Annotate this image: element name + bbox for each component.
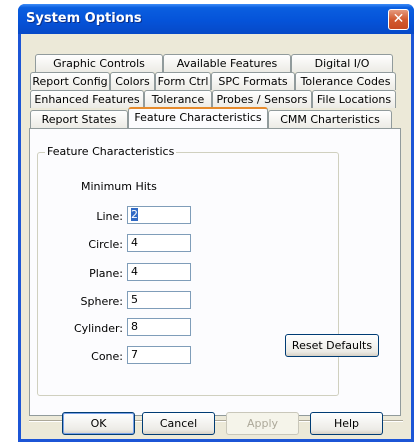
circle-hits-input[interactable]: 4 — [127, 234, 191, 252]
button-label: Reset Defaults — [291, 339, 373, 352]
tab-report-states[interactable]: Report States — [30, 110, 128, 128]
tab-label: Tolerance Codes — [300, 75, 391, 88]
tab-cmm-charteristics[interactable]: CMM Charteristics — [268, 110, 392, 128]
tab-label: File Locations — [316, 93, 392, 106]
minimum-hits-heading: Minimum Hits — [81, 180, 157, 193]
tab-label: Colors — [115, 75, 150, 88]
tab-label: Enhanced Features — [34, 93, 140, 106]
tab-label: Available Features — [176, 57, 278, 70]
field-value: 4 — [131, 236, 138, 249]
tab-label: Digital I/O — [314, 57, 370, 70]
tab-label: Probes / Sensors — [216, 93, 308, 106]
system-options-dialog: System Options ✕ Graphic Controls Availa… — [18, 4, 414, 442]
cancel-button[interactable]: Cancel — [142, 412, 215, 435]
dialog-title: System Options — [26, 11, 142, 26]
sphere-label: Sphere: — [80, 295, 123, 308]
group-title: Feature Characteristics — [45, 145, 177, 158]
tab-probes-sensors[interactable]: Probes / Sensors — [212, 90, 312, 108]
field-value: 8 — [131, 320, 138, 333]
field-value: 4 — [131, 265, 138, 278]
button-label: Help — [333, 417, 360, 430]
tab-label: CMM Charteristics — [280, 113, 380, 126]
button-label: Cancel — [159, 417, 198, 430]
tab-label: Report Config — [32, 75, 108, 88]
circle-label: Circle: — [88, 238, 123, 251]
button-label: Apply — [246, 417, 279, 430]
tab-colors[interactable]: Colors — [110, 72, 155, 90]
line-label: Line: — [96, 210, 123, 223]
cylinder-label: Cylinder: — [73, 322, 123, 335]
field-value: 2 — [131, 208, 138, 221]
tab-tolerance-codes[interactable]: Tolerance Codes — [295, 72, 396, 90]
cylinder-hits-input[interactable]: 8 — [127, 318, 191, 336]
close-button[interactable]: ✕ — [388, 9, 409, 30]
tab-label: SPC Formats — [218, 75, 288, 88]
plane-hits-input[interactable]: 4 — [127, 263, 191, 281]
tab-spc-formats[interactable]: SPC Formats — [211, 72, 295, 90]
cone-hits-input[interactable]: 7 — [127, 346, 191, 364]
sphere-hits-input[interactable]: 5 — [127, 291, 191, 309]
tab-graphic-controls[interactable]: Graphic Controls — [35, 54, 163, 72]
tab-report-config[interactable]: Report Config — [30, 72, 110, 90]
tab-enhanced-features[interactable]: Enhanced Features — [30, 90, 144, 108]
apply-button: Apply — [226, 412, 299, 435]
tab-file-locations[interactable]: File Locations — [312, 90, 396, 108]
help-button[interactable]: Help — [310, 412, 383, 435]
tab-label: Graphic Controls — [53, 57, 145, 70]
button-label: OK — [90, 417, 107, 430]
ok-button[interactable]: OK — [62, 412, 135, 435]
tab-form-ctrl[interactable]: Form Ctrl — [155, 72, 211, 90]
tab-label: Form Ctrl — [157, 75, 209, 88]
cone-label: Cone: — [91, 350, 123, 363]
tab-available-features[interactable]: Available Features — [163, 54, 291, 72]
close-icon: ✕ — [392, 11, 405, 27]
tab-feature-characteristics[interactable]: Feature Characteristics — [128, 107, 268, 128]
field-value: 7 — [131, 348, 138, 361]
tab-label: Feature Characteristics — [134, 111, 262, 124]
title-bar[interactable]: System Options ✕ — [18, 4, 414, 34]
field-value: 5 — [131, 293, 138, 306]
dialog-client-area: Graphic Controls Available Features Digi… — [21, 34, 411, 439]
plane-label: Plane: — [89, 267, 123, 280]
tab-digital-io[interactable]: Digital I/O — [291, 54, 393, 72]
reset-defaults-button[interactable]: Reset Defaults — [285, 334, 379, 357]
tab-tolerance[interactable]: Tolerance — [144, 90, 212, 108]
line-hits-input[interactable]: 2 — [127, 206, 191, 224]
tab-label: Report States — [41, 113, 117, 126]
tab-label: Tolerance — [151, 93, 205, 106]
